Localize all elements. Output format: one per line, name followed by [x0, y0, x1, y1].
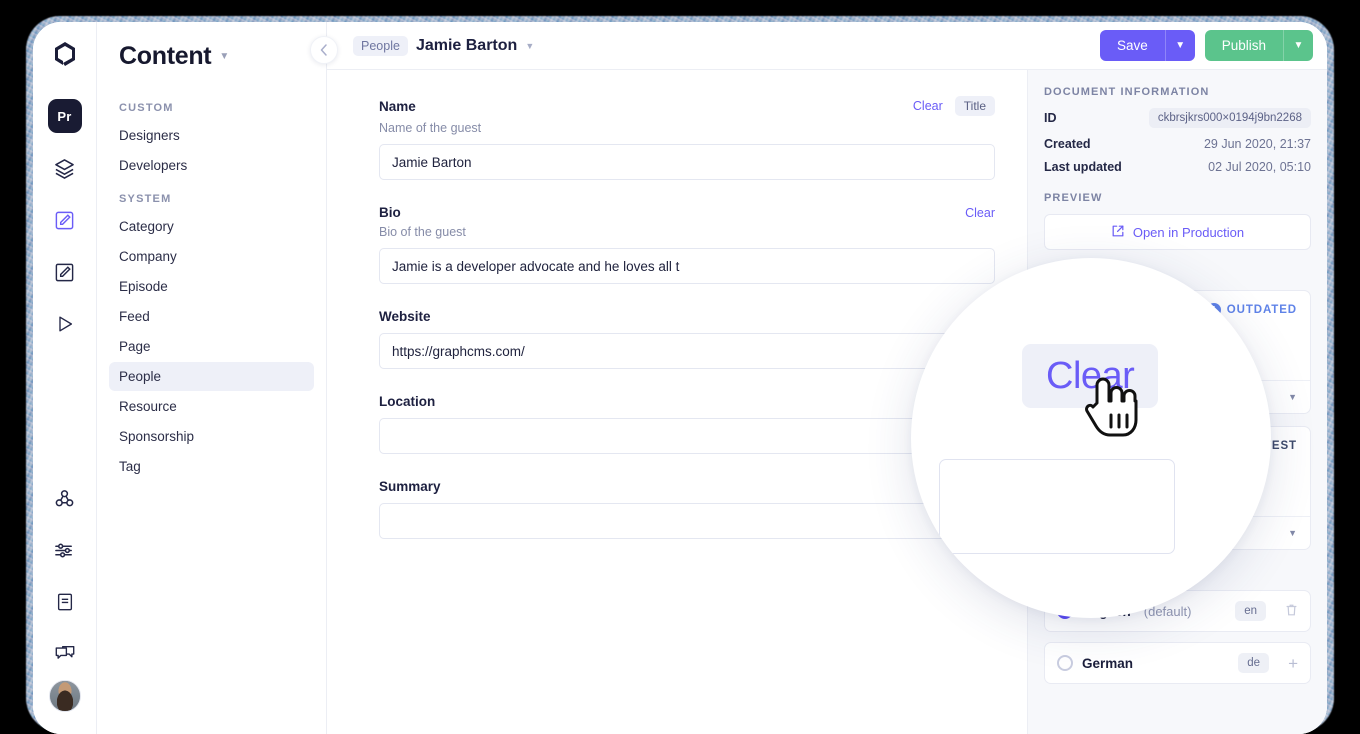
sidebar-item-designers[interactable]: Designers	[109, 121, 314, 150]
sidebar-header[interactable]: Content ▼	[109, 22, 314, 90]
status-badge-label: OUTDATED	[1226, 304, 1297, 316]
document-info-row: ID ckbrsjkrs000×0194j9bn2268	[1044, 108, 1311, 128]
info-key: Last updated	[1044, 160, 1122, 174]
sidebar-item-developers[interactable]: Developers	[109, 151, 314, 180]
layers-icon[interactable]	[48, 151, 82, 185]
document-id-value[interactable]: ckbrsjkrs000×0194j9bn2268	[1148, 108, 1311, 128]
sidebar-group-label: SYSTEM	[119, 193, 172, 205]
collapse-sidebar-button[interactable]	[310, 36, 338, 64]
plus-icon[interactable]: +	[1288, 655, 1298, 672]
locale-code-chip: de	[1238, 653, 1270, 673]
window-frame: Pr Content ▼ CUSTOM Designers Developers…	[33, 22, 1327, 734]
documentation-icon[interactable]	[48, 585, 82, 619]
app-shell: Pr Content ▼ CUSTOM Designers Developers…	[33, 22, 1327, 734]
sidebar-item-resource[interactable]: Resource	[109, 392, 314, 421]
bio-input[interactable]: Jamie is a developer advocate and he lov…	[379, 248, 995, 284]
localization-name: German	[1082, 655, 1134, 671]
document-info-row: Last updated 02 Jul 2020, 05:10	[1044, 160, 1311, 174]
save-button[interactable]: Save	[1099, 30, 1165, 61]
pointing-hand-cursor	[1079, 373, 1143, 454]
clear-link[interactable]: Clear	[913, 99, 943, 113]
created-value: 29 Jun 2020, 21:37	[1203, 137, 1311, 151]
preview-title: PREVIEW	[1044, 192, 1103, 204]
field-summary: Summary	[379, 479, 995, 539]
field-description: Name of the guest	[379, 121, 482, 135]
sidebar-item-company[interactable]: Company	[109, 242, 314, 271]
save-dropdown-chevron-down-icon[interactable]: ▼	[1164, 30, 1195, 61]
sidebar-item-sponsorship[interactable]: Sponsorship	[109, 422, 314, 451]
external-link-icon	[1111, 224, 1125, 241]
location-input[interactable]	[379, 418, 995, 454]
field-label: Name	[379, 98, 416, 114]
icon-rail: Pr	[33, 22, 97, 734]
radio-unselected-icon[interactable]	[1057, 655, 1073, 671]
sidebar-group-label: CUSTOM	[119, 102, 174, 114]
chevron-down-icon[interactable]: ▼	[1288, 392, 1297, 402]
sidebar-item-page[interactable]: Page	[109, 332, 314, 361]
document-information-title: DOCUMENT INFORMATION	[1044, 86, 1210, 98]
field-location: Location	[379, 394, 995, 454]
field-label: Bio	[379, 205, 401, 220]
field-description: Bio of the guest	[379, 225, 466, 239]
locale-code-chip: en	[1235, 601, 1266, 621]
field-label: Location	[379, 394, 436, 409]
chat-icon[interactable]	[48, 637, 82, 671]
sidebar-item-category[interactable]: Category	[109, 212, 314, 241]
info-key: Created	[1044, 137, 1091, 151]
magnified-input-outline	[939, 459, 1175, 554]
chevron-down-icon[interactable]: ▼	[1288, 528, 1297, 538]
content-sidebar: Content ▼ CUSTOM Designers Developers SY…	[97, 22, 327, 734]
magnifier-lens: Clear	[911, 258, 1271, 618]
clear-link[interactable]: Clear	[965, 206, 995, 220]
content-edit-icon[interactable]	[48, 255, 82, 289]
name-input[interactable]: Jamie Barton	[379, 144, 995, 180]
field-website: Website Clear https://graphcms.com/	[379, 309, 995, 369]
preview-section: PREVIEW Open in Production	[1044, 192, 1311, 250]
website-input[interactable]: https://graphcms.com/	[379, 333, 995, 369]
sidebar-item-people[interactable]: People	[109, 362, 314, 391]
document-info-row: Created 29 Jun 2020, 21:37	[1044, 137, 1311, 151]
info-key: ID	[1044, 111, 1057, 125]
breadcrumb-model[interactable]: People	[353, 35, 408, 56]
sidebar-item-feed[interactable]: Feed	[109, 302, 314, 331]
avatar[interactable]	[48, 680, 81, 712]
title-chip: Title	[954, 96, 995, 116]
save-button-group[interactable]: Save ▼	[1099, 30, 1195, 61]
breadcrumb-chevron-down-icon[interactable]: ▼	[525, 41, 534, 51]
publish-button-group[interactable]: Publish ▼	[1204, 30, 1313, 61]
graphcms-logo-icon[interactable]	[48, 36, 82, 76]
field-label: Summary	[379, 479, 441, 494]
main-column: People Jamie Barton ▼ Save ▼ Publish ▼ N…	[310, 22, 1327, 734]
summary-input[interactable]	[379, 503, 995, 539]
project-badge[interactable]: Pr	[47, 99, 82, 133]
breadcrumb-title: Jamie Barton	[415, 36, 518, 54]
page-title: Content	[119, 41, 212, 70]
field-label: Website	[379, 309, 431, 324]
publish-dropdown-chevron-down-icon[interactable]: ▼	[1283, 30, 1313, 61]
sidebar-item-episode[interactable]: Episode	[109, 272, 314, 301]
open-in-production-label: Open in Production	[1132, 224, 1245, 240]
settings-sliders-icon[interactable]	[48, 533, 82, 567]
webhooks-icon[interactable]	[48, 481, 82, 515]
trash-icon[interactable]	[1285, 603, 1298, 620]
open-in-production-button[interactable]: Open in Production	[1044, 214, 1311, 250]
top-bar: People Jamie Barton ▼ Save ▼ Publish ▼	[310, 22, 1327, 70]
play-icon[interactable]	[48, 307, 82, 341]
chevron-down-icon[interactable]: ▼	[219, 51, 229, 62]
sidebar-item-tag[interactable]: Tag	[109, 452, 314, 481]
last-updated-value: 02 Jul 2020, 05:10	[1208, 160, 1311, 174]
publish-button[interactable]: Publish	[1204, 30, 1283, 61]
localization-row-german[interactable]: German de +	[1044, 642, 1311, 684]
field-name: Name Clear Title Name of the guest Jamie…	[379, 96, 995, 180]
field-bio: Bio Clear Bio of the guest Jamie is a de…	[379, 205, 995, 284]
edit-schema-icon[interactable]	[48, 203, 82, 237]
